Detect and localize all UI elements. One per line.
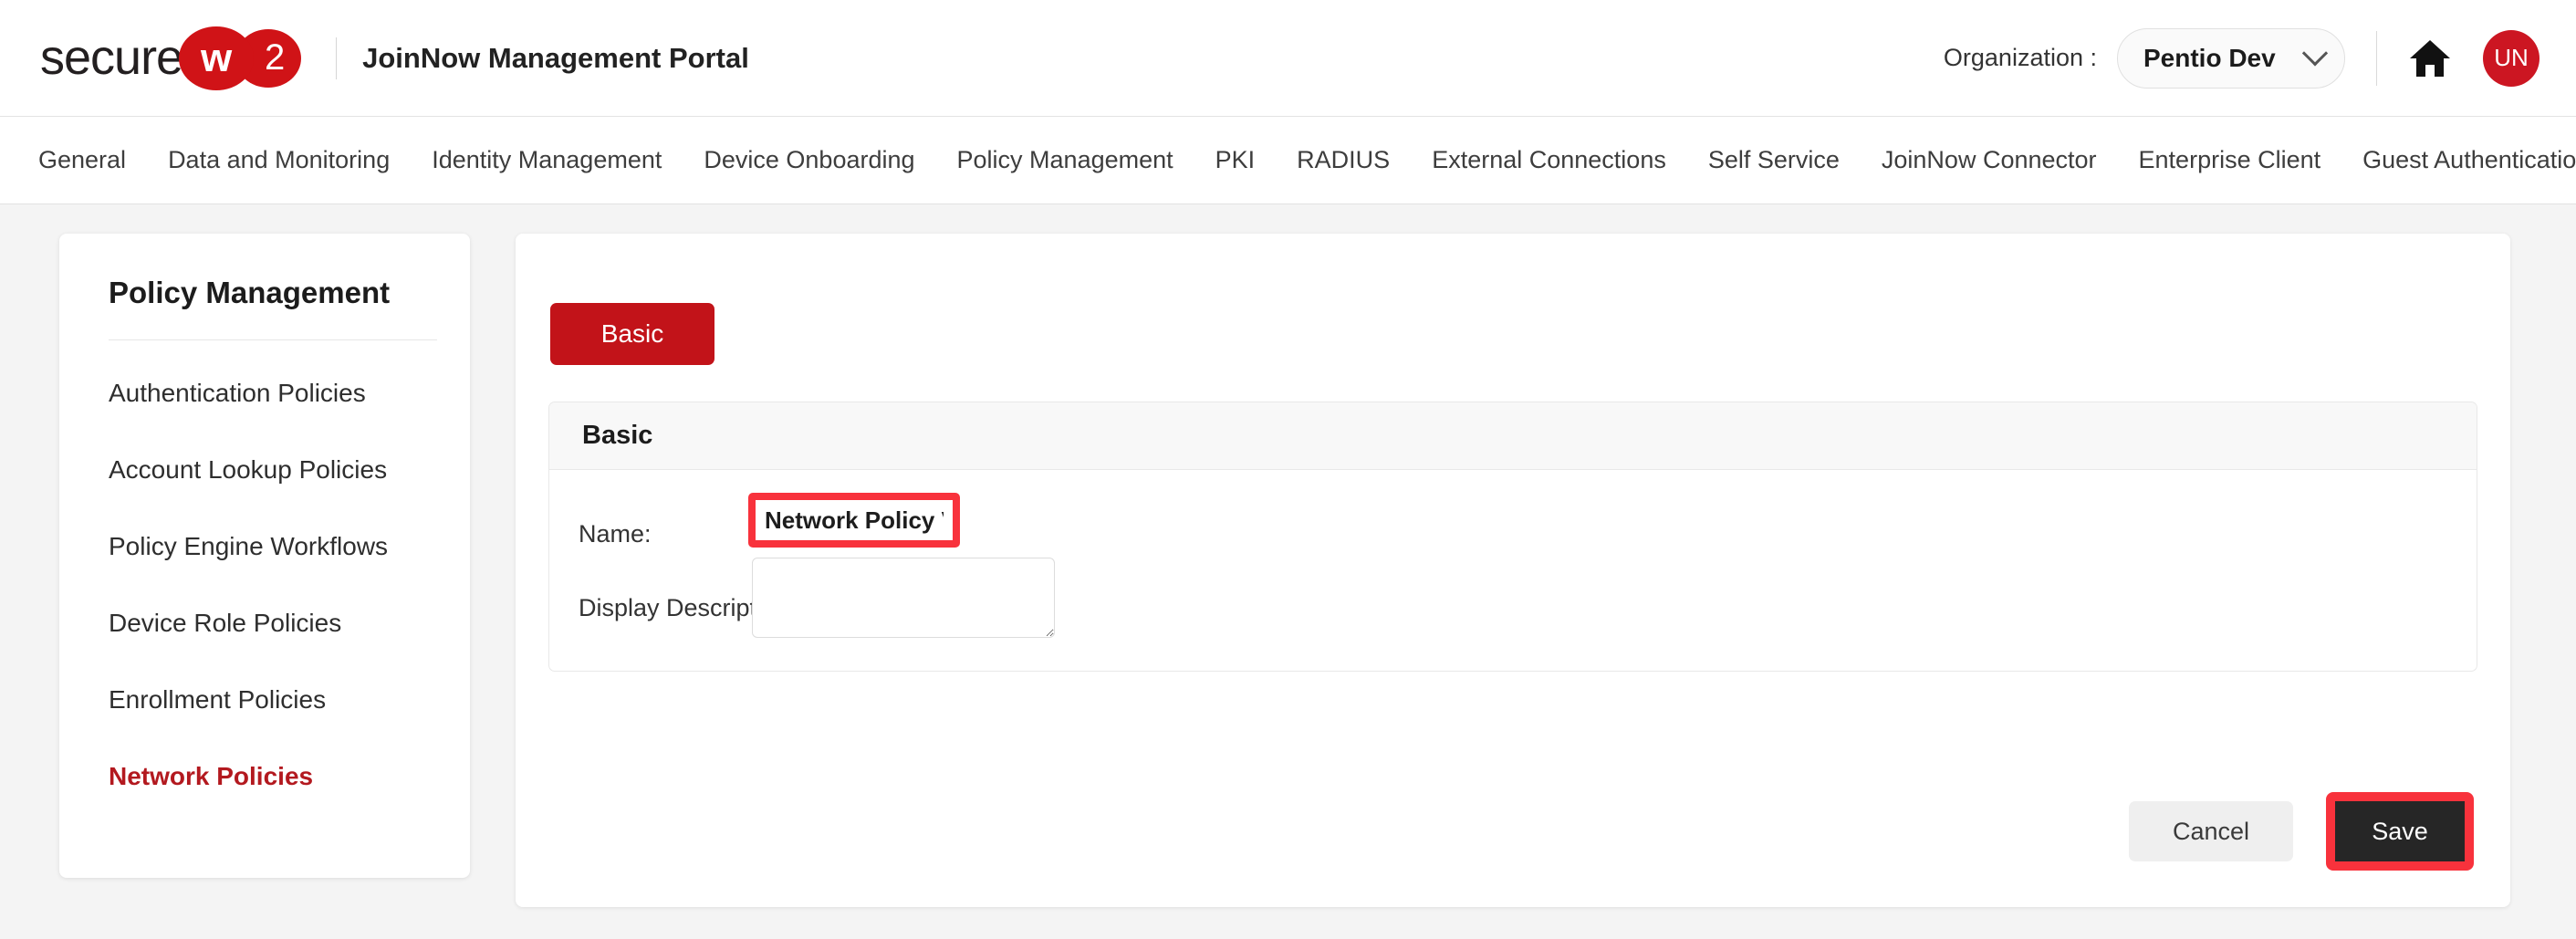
tab-basic[interactable]: Basic [550,303,714,365]
portal-title: JoinNow Management Portal [362,41,749,74]
nav-item-device-onboarding[interactable]: Device Onboarding [704,146,914,174]
name-label: Name: [579,520,652,548]
header-divider [336,37,338,79]
logo-bubble-2-text: 2 [264,37,286,78]
save-button-highlight: Save [2326,792,2474,871]
chevron-down-icon [2301,39,2329,66]
securew2-logo[interactable]: secure w 2 [40,26,305,90]
logo-bubble-w-text: w [200,35,233,80]
basic-card: Basic Name: Display Description: [548,402,2477,672]
name-input-highlight [748,493,960,548]
sidebar-item-enrollment-policies[interactable]: Enrollment Policies [59,662,470,738]
sidebar-item-authentication-policies[interactable]: Authentication Policies [59,355,470,432]
panel-footer-buttons: Cancel Save [2129,792,2474,871]
nav-item-joinnow-connector[interactable]: JoinNow Connector [1882,146,2097,174]
display-description-textarea[interactable] [752,558,1055,638]
basic-card-title: Basic [549,402,2477,470]
nav-item-enterprise-client[interactable]: Enterprise Client [2139,146,2321,174]
organization-label: Organization : [1943,44,2097,71]
header-right-divider [2376,30,2377,86]
sidebar-item-policy-engine-workflows[interactable]: Policy Engine Workflows [59,508,470,585]
sidebar-item-network-policies[interactable]: Network Policies [59,738,470,815]
header-right-group: Organization : Pentio Dev UN [1943,27,2539,89]
sidebar-item-account-lookup-policies[interactable]: Account Lookup Policies [59,432,470,508]
avatar[interactable]: UN [2483,29,2539,87]
save-button[interactable]: Save [2335,801,2465,861]
name-input[interactable] [756,500,953,540]
nav-item-general[interactable]: General [38,146,126,174]
nav-item-identity-management[interactable]: Identity Management [432,146,662,174]
app-header: secure w 2 JoinNow Management Portal Org… [0,0,2576,117]
organization-select[interactable]: Pentio Dev [2117,27,2345,89]
nav-item-self-service[interactable]: Self Service [1708,146,1840,174]
sidebar-item-device-role-policies[interactable]: Device Role Policies [59,585,470,662]
nav-item-external-connections[interactable]: External Connections [1432,146,1666,174]
cancel-button[interactable]: Cancel [2129,801,2293,861]
home-icon[interactable] [2408,38,2452,78]
main-panel: Basic Basic Name: Display Description: C… [516,234,2510,907]
sidebar-list: Authentication Policies Account Lookup P… [59,340,470,815]
nav-item-policy-management[interactable]: Policy Management [957,146,1173,174]
avatar-initials: UN [2494,44,2529,71]
nav-item-radius[interactable]: RADIUS [1297,146,1390,174]
nav-item-pki[interactable]: PKI [1215,146,1256,174]
logo-text: secure [40,29,183,85]
logo-bubbles: w 2 [179,26,305,90]
nav-item-guest-authentication[interactable]: Guest Authentication [2362,146,2576,174]
page-content: Policy Management Authentication Policie… [0,204,2576,939]
organization-selected-value: Pentio Dev [2143,43,2276,72]
logo-bubble-w-icon: w [179,26,255,90]
main-navigation: General Data and Monitoring Identity Man… [0,117,2576,204]
nav-item-data-and-monitoring[interactable]: Data and Monitoring [168,146,390,174]
basic-card-body: Name: Display Description: [549,470,2477,671]
sidebar: Policy Management Authentication Policie… [59,234,470,878]
sidebar-title: Policy Management [109,276,391,309]
